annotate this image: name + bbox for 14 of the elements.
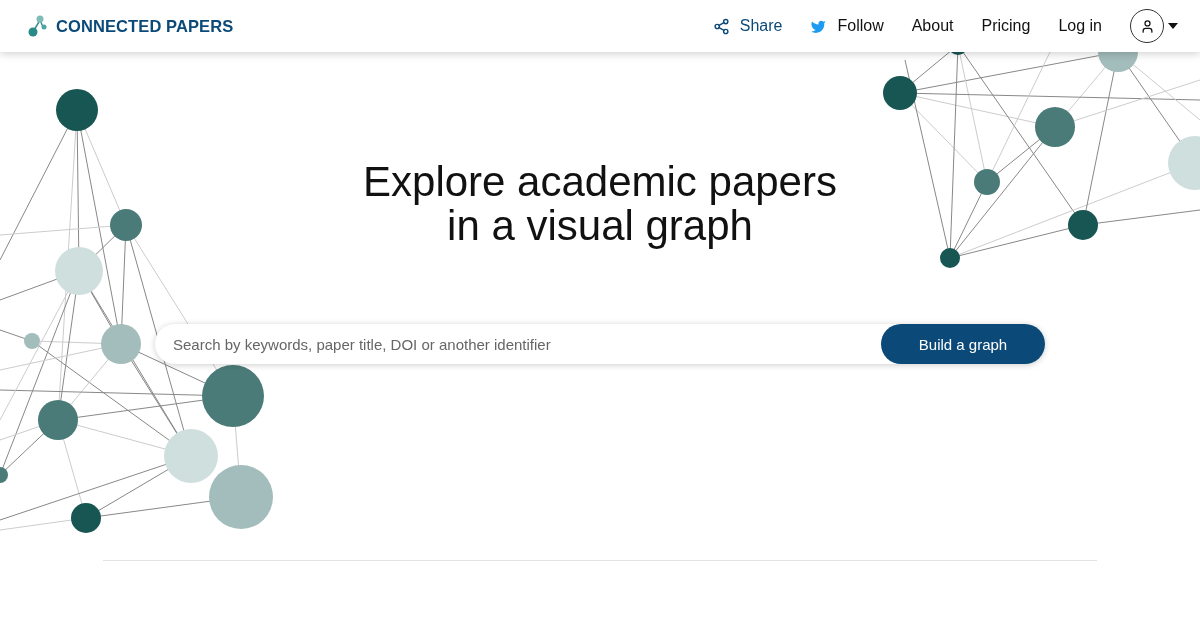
follow-link[interactable]: Follow bbox=[810, 17, 884, 35]
search-field[interactable]: Search by keywords, paper title, DOI or another identifier Build a graph bbox=[155, 324, 1045, 364]
logo-icon bbox=[28, 14, 48, 38]
hero-title: Explore academic papers in a visual graph bbox=[363, 160, 837, 248]
nav-link[interactable]: About bbox=[911, 17, 954, 35]
share-link[interactable]: Share bbox=[712, 17, 783, 35]
build-graph-button[interactable]: Build a graph bbox=[881, 324, 1045, 364]
nav-link[interactable]: Pricing bbox=[981, 17, 1031, 35]
nav-link[interactable]: Log in bbox=[1058, 17, 1102, 35]
account-button[interactable] bbox=[1130, 9, 1164, 43]
brand-name: CONNECTED PAPERS bbox=[56, 16, 234, 36]
share-icon bbox=[712, 17, 730, 35]
user-icon bbox=[1139, 18, 1155, 34]
caret-icon[interactable] bbox=[1168, 23, 1178, 29]
